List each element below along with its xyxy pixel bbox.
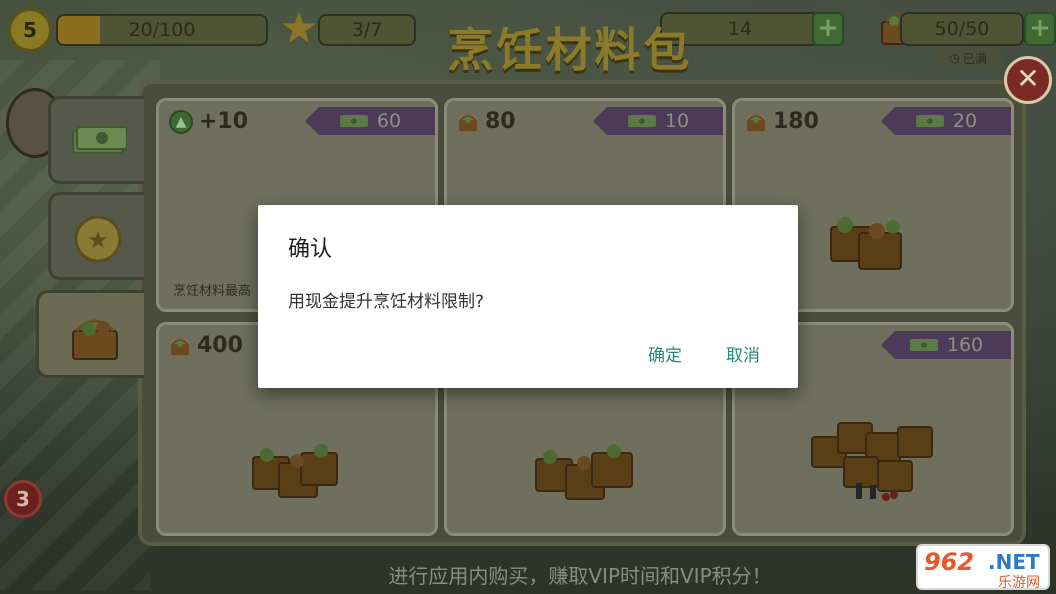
dialog-message: 用现金提升烹饪材料限制? [288,292,485,312]
cancel-button[interactable]: 取消 [726,341,760,366]
confirm-dialog: 确认 用现金提升烹饪材料限制? 确定 取消 [258,205,798,388]
confirm-button[interactable]: 确定 [648,341,682,366]
dialog-title: 确认 [288,237,333,262]
